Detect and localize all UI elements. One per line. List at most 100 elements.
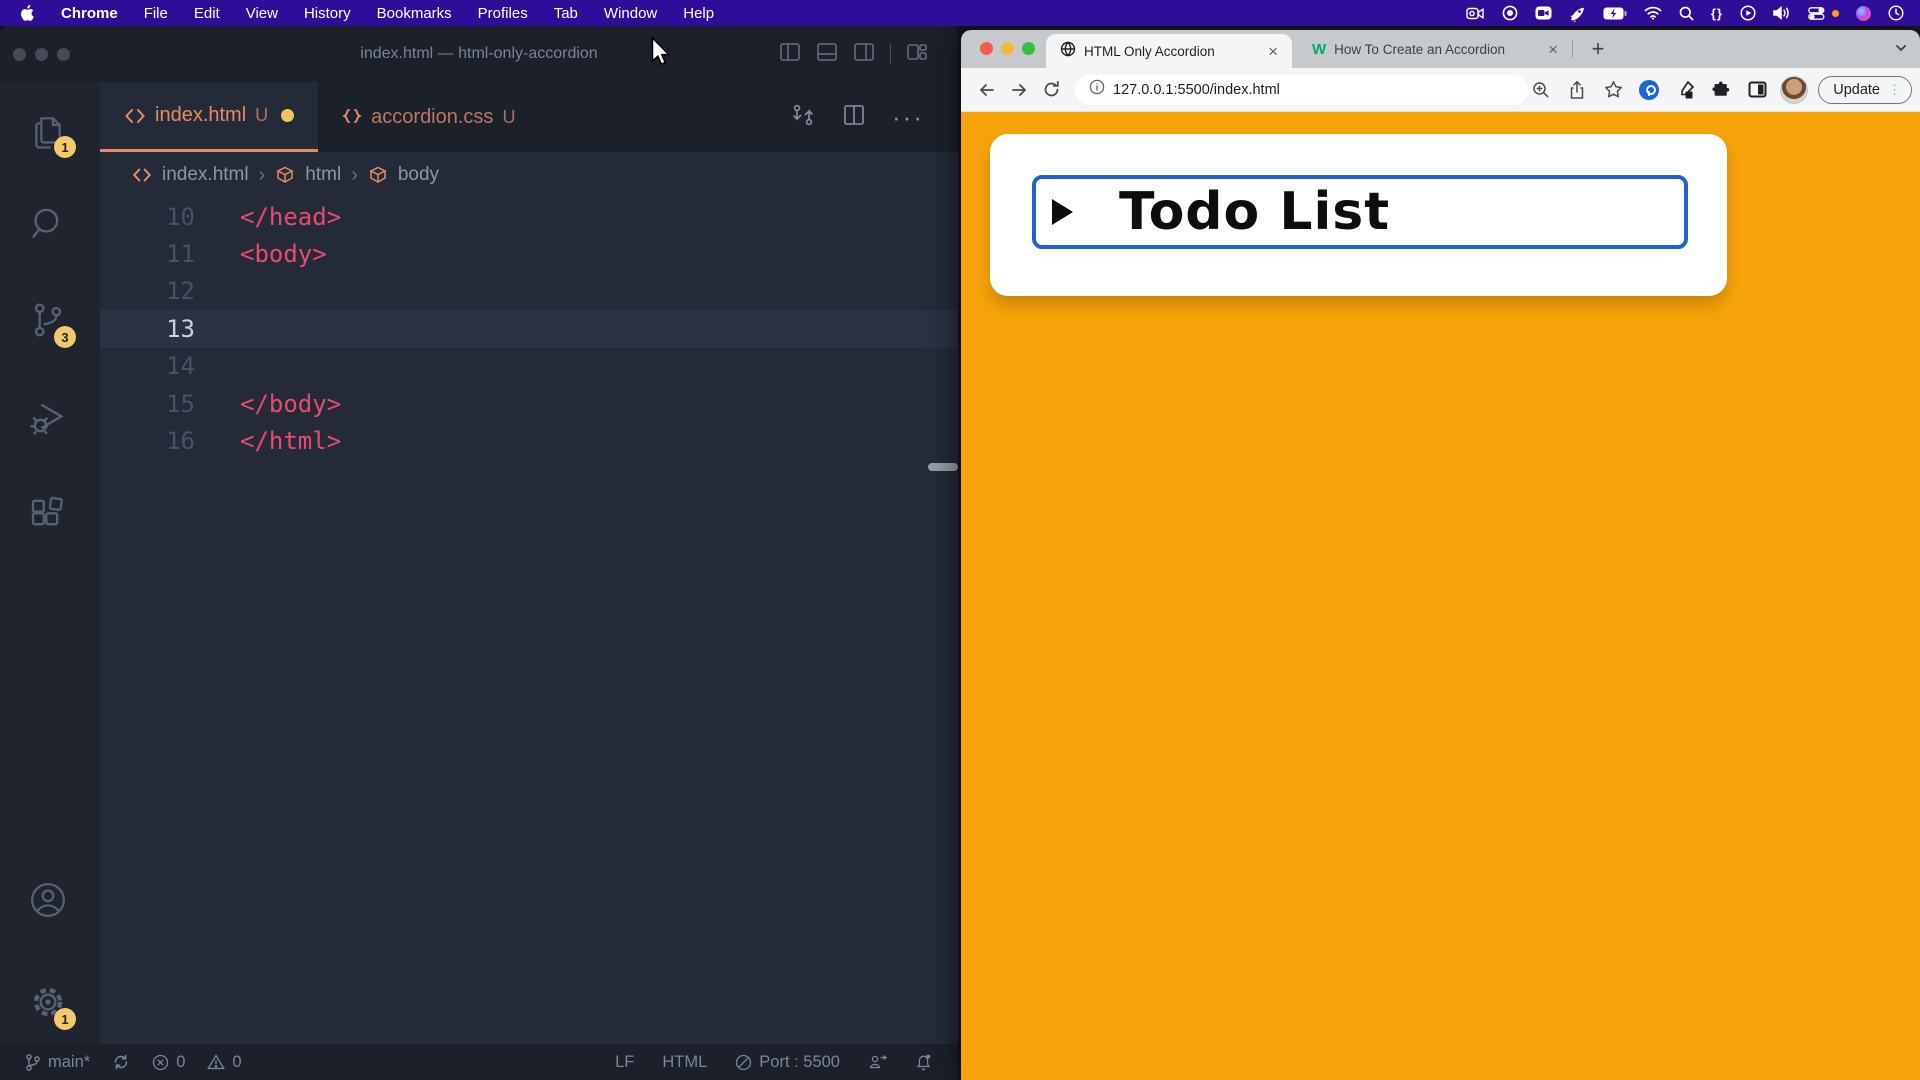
symbol-cube-icon bbox=[275, 165, 295, 185]
zoom-window-button[interactable] bbox=[1022, 42, 1035, 55]
code-line[interactable]: 12 bbox=[100, 273, 958, 310]
orange-status-dot bbox=[1832, 10, 1839, 17]
tab-index-html[interactable]: index.html U bbox=[100, 82, 318, 152]
split-editor-icon[interactable] bbox=[842, 103, 866, 132]
live-server-port[interactable]: Port : 5500 bbox=[735, 1053, 840, 1072]
minimize-window-button[interactable] bbox=[1001, 42, 1014, 55]
menu-window[interactable]: Window bbox=[604, 5, 657, 22]
run-debug-icon[interactable] bbox=[28, 398, 72, 442]
settings-gear-icon[interactable]: 1 bbox=[28, 982, 72, 1026]
play-circle-icon[interactable] bbox=[1740, 5, 1756, 21]
address-bar[interactable]: 127.0.0.1:5500/index.html bbox=[1075, 75, 1528, 105]
menu-history[interactable]: History bbox=[304, 5, 351, 22]
braces-menu-icon[interactable]: {} bbox=[1711, 6, 1723, 21]
code-line[interactable]: 16 </html> bbox=[100, 422, 958, 459]
back-button[interactable] bbox=[971, 80, 1003, 100]
chrome-tab-active[interactable]: HTML Only Accordion × bbox=[1046, 34, 1292, 68]
code-line[interactable]: 11 <body> bbox=[100, 235, 958, 272]
breadcrumb-html[interactable]: html bbox=[305, 164, 341, 186]
siri-icon[interactable] bbox=[1856, 6, 1871, 21]
new-tab-button[interactable]: + bbox=[1583, 34, 1613, 64]
unsaved-dot-icon[interactable] bbox=[281, 109, 294, 122]
close-window-button[interactable] bbox=[980, 42, 993, 55]
control-center-icon[interactable] bbox=[1808, 7, 1825, 20]
tab-accordion-css[interactable]: accordion.css U bbox=[318, 82, 539, 152]
extensions-icon[interactable] bbox=[28, 495, 72, 539]
record-target-icon[interactable] bbox=[1502, 5, 1518, 21]
details-marker-icon bbox=[1052, 199, 1073, 225]
language-mode[interactable]: HTML bbox=[662, 1053, 707, 1072]
apple-logo-icon[interactable] bbox=[20, 4, 35, 22]
reload-button[interactable] bbox=[1035, 80, 1067, 99]
side-panel-icon[interactable] bbox=[1744, 80, 1770, 99]
breadcrumb-body[interactable]: body bbox=[398, 164, 439, 186]
sync-changes-button[interactable] bbox=[112, 1053, 130, 1071]
extensions-puzzle-icon[interactable] bbox=[1708, 80, 1734, 100]
web-page: Todo List bbox=[961, 112, 1920, 1080]
feedback-icon[interactable] bbox=[868, 1053, 887, 1071]
code-line[interactable]: 15 </body> bbox=[100, 385, 958, 422]
toggle-panel-icon[interactable] bbox=[816, 41, 838, 68]
tab-search-chevron-icon[interactable] bbox=[1894, 41, 1908, 60]
menu-profiles[interactable]: Profiles bbox=[478, 5, 528, 22]
menu-chrome[interactable]: Chrome bbox=[61, 5, 118, 22]
site-info-icon[interactable] bbox=[1089, 79, 1105, 100]
tab-close-icon[interactable]: × bbox=[1264, 43, 1282, 60]
rocket-icon[interactable] bbox=[1569, 5, 1586, 22]
bookmark-star-icon[interactable] bbox=[1600, 80, 1626, 99]
share-icon[interactable] bbox=[1564, 80, 1590, 100]
url-text[interactable]: 127.0.0.1:5500/index.html bbox=[1113, 82, 1280, 98]
tab-close-icon[interactable]: × bbox=[1544, 41, 1562, 58]
open-changes-icon[interactable] bbox=[790, 102, 816, 133]
eol-indicator[interactable]: LF bbox=[615, 1053, 634, 1072]
code-editor[interactable]: 10 </head> 11 <body> 12 13 14 15 </body>… bbox=[100, 198, 958, 1044]
volume-icon[interactable] bbox=[1773, 6, 1791, 20]
window-resize-handle[interactable] bbox=[928, 463, 958, 471]
profile-avatar[interactable] bbox=[1780, 76, 1808, 104]
chrome-menu-dots-icon[interactable]: ⋮ bbox=[1888, 83, 1901, 96]
editor-actions: ··· bbox=[790, 82, 958, 152]
code-line-current[interactable]: 13 bbox=[100, 310, 958, 347]
tab-label: index.html bbox=[155, 104, 246, 127]
menu-tab[interactable]: Tab bbox=[554, 5, 578, 22]
screen-record-icon[interactable] bbox=[1466, 6, 1485, 21]
code-line[interactable]: 14 bbox=[100, 348, 958, 385]
accordion-summary[interactable]: Todo List bbox=[1032, 175, 1688, 249]
facetime-camera-icon[interactable] bbox=[1535, 6, 1552, 20]
accounts-icon[interactable] bbox=[28, 880, 72, 924]
chrome-traffic-lights[interactable] bbox=[980, 42, 1035, 55]
search-icon[interactable] bbox=[1679, 6, 1694, 21]
menu-edit[interactable]: Edit bbox=[194, 5, 220, 22]
menu-file[interactable]: File bbox=[144, 5, 168, 22]
clock-icon[interactable] bbox=[1888, 5, 1904, 21]
menu-bookmarks[interactable]: Bookmarks bbox=[377, 5, 452, 22]
code-line[interactable]: 10 </head> bbox=[100, 198, 958, 235]
explorer-icon[interactable]: 1 bbox=[28, 110, 72, 154]
git-status-letter: U bbox=[502, 107, 515, 128]
colorpicker-extension-icon[interactable] bbox=[1672, 80, 1698, 100]
zoom-page-icon[interactable] bbox=[1528, 81, 1554, 99]
source-control-icon[interactable]: 3 bbox=[28, 300, 72, 344]
source-control-badge: 3 bbox=[54, 326, 76, 348]
problems-warnings[interactable]: 0 bbox=[207, 1053, 241, 1072]
battery-icon[interactable] bbox=[1603, 7, 1627, 20]
chrome-tab-inactive[interactable]: W How To Create an Accordion × bbox=[1292, 30, 1572, 68]
toggle-secondary-sidebar-icon[interactable] bbox=[853, 41, 875, 68]
menu-view[interactable]: View bbox=[246, 5, 278, 22]
customize-layout-icon[interactable] bbox=[906, 41, 928, 68]
toggle-primary-sidebar-icon[interactable] bbox=[779, 41, 801, 68]
accordion-card: Todo List bbox=[990, 134, 1727, 296]
breadcrumb-file[interactable]: index.html bbox=[162, 164, 249, 186]
notifications-bell-icon[interactable] bbox=[915, 1053, 932, 1071]
search-sidebar-icon[interactable] bbox=[28, 204, 72, 248]
git-branch-indicator[interactable]: main* bbox=[24, 1053, 90, 1072]
vscode-title-bar[interactable]: index.html — html-only-accordion bbox=[0, 26, 958, 82]
onepassword-extension-icon[interactable] bbox=[1636, 80, 1662, 100]
forward-button[interactable] bbox=[1003, 80, 1035, 100]
menu-help[interactable]: Help bbox=[683, 5, 714, 22]
vscode-status-bar: main* 0 0 LF HTML Port : 5500 bbox=[0, 1044, 958, 1080]
update-button[interactable]: Update ⋮ bbox=[1818, 76, 1912, 104]
wifi-icon[interactable] bbox=[1644, 6, 1662, 20]
code-text: <body> bbox=[240, 240, 327, 268]
problems-errors[interactable]: 0 bbox=[152, 1053, 185, 1072]
